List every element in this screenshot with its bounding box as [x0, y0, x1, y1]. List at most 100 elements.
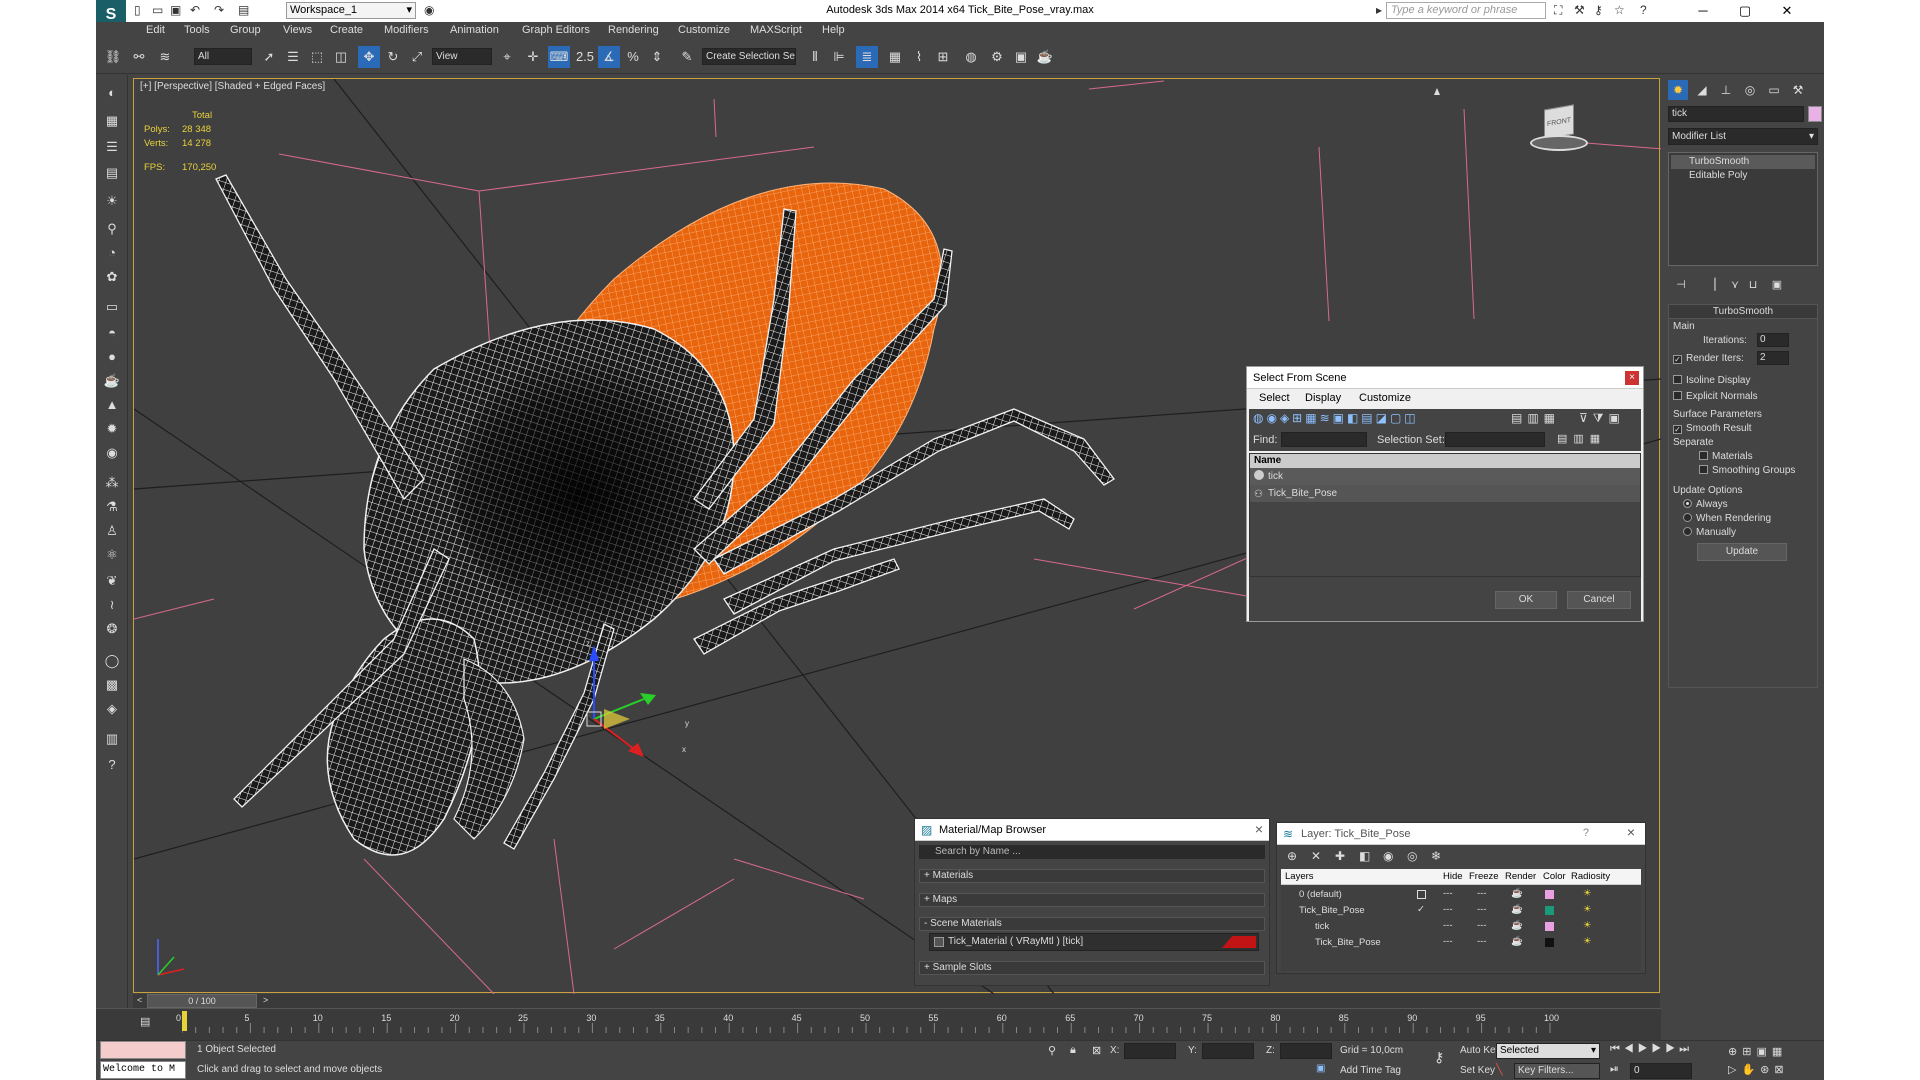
- layer-row[interactable]: Tick_Bite_Pose --- --- ☕ ☀: [1281, 935, 1641, 951]
- layer-color-swatch[interactable]: [1545, 890, 1554, 899]
- next-frame-icon[interactable]: ▶▶: [1652, 1043, 1680, 1055]
- remove-modifier-icon[interactable]: ⊔: [1744, 276, 1762, 294]
- menu-tools[interactable]: Tools: [184, 24, 210, 36]
- maximize-icon[interactable]: ▢: [1724, 0, 1766, 22]
- col-hide[interactable]: Hide: [1443, 871, 1463, 882]
- close-icon[interactable]: ×: [1627, 824, 1635, 840]
- current-frame-marker[interactable]: [182, 1011, 187, 1031]
- sort-filter-icons[interactable]: ⊽⧩▣: [1579, 411, 1625, 426]
- view-cube-ring[interactable]: [1530, 135, 1588, 151]
- render-iters-row[interactable]: ✓ Render Iters:: [1673, 353, 1744, 364]
- percent-snap-icon[interactable]: %: [622, 46, 644, 68]
- vray-icon[interactable]: ◈: [102, 699, 122, 719]
- help-icon[interactable]: ?: [1583, 827, 1589, 839]
- layer-color-swatch[interactable]: [1545, 938, 1554, 947]
- add-time-tag[interactable]: Add Time Tag: [1340, 1065, 1401, 1076]
- layer-manager-icon[interactable]: ≣: [856, 46, 878, 68]
- prev-frame-icon[interactable]: ◀: [1624, 1043, 1638, 1055]
- display-tab-icon[interactable]: ▭: [1764, 80, 1784, 100]
- display-mode-icons[interactable]: ▤▥▦: [1511, 411, 1560, 425]
- teapot-icon[interactable]: ☕: [102, 371, 122, 391]
- minimize-icon[interactable]: ─: [1682, 0, 1724, 22]
- motion-tab-icon[interactable]: ◎: [1740, 80, 1760, 100]
- make-unique-icon[interactable]: ⋎: [1726, 276, 1744, 294]
- list-icon[interactable]: ☰: [102, 137, 122, 157]
- viewport-nav-controls[interactable]: ⊕⊞▣▦ ▷✋⊛⊠: [1728, 1043, 1820, 1079]
- schematic-view-icon[interactable]: ⊞: [932, 46, 954, 68]
- time-next-arrow-icon[interactable]: >: [263, 995, 268, 1005]
- render-teapot-icon[interactable]: ☕: [1511, 904, 1523, 915]
- filter-type-icons[interactable]: ◍◉◈⊞▦≋▣◧▤◪▢◫: [1253, 411, 1419, 425]
- materials-checkbox[interactable]: [1699, 451, 1708, 460]
- freeze-toggle[interactable]: ---: [1477, 920, 1487, 931]
- viewport-label[interactable]: [+] [Perspective] [Shaded + Edged Faces]: [140, 81, 325, 92]
- menu-animation[interactable]: Animation: [450, 24, 499, 36]
- tick-model[interactable]: [215, 174, 1115, 856]
- z-coord-field[interactable]: [1280, 1043, 1332, 1059]
- angle-snap-icon[interactable]: ∡: [598, 46, 620, 68]
- rect-selection-icon[interactable]: ⬚: [306, 46, 328, 68]
- render-teapot-icon[interactable]: ☕: [1511, 936, 1523, 947]
- render-teapot-icon[interactable]: ☕: [1511, 920, 1523, 931]
- grid-icon[interactable]: ▤: [102, 163, 122, 183]
- key-filters-button[interactable]: Key Filters...: [1514, 1063, 1600, 1079]
- rollout-title[interactable]: TurboSmooth: [1669, 305, 1817, 319]
- key-selection-dropdown[interactable]: Selected ▾: [1496, 1043, 1600, 1059]
- menu-graph-editors[interactable]: Graph Editors: [522, 24, 590, 36]
- viewport-icon[interactable]: ▦: [102, 111, 122, 131]
- hide-toggle[interactable]: ---: [1443, 920, 1453, 931]
- hide-all-icon[interactable]: ◎: [1407, 849, 1417, 863]
- set-key-button[interactable]: Set Key: [1460, 1065, 1495, 1076]
- time-prev-arrow-icon[interactable]: <: [137, 995, 142, 1005]
- camera-icon[interactable]: ◐: [102, 83, 122, 103]
- particles-icon[interactable]: ⁂: [102, 473, 122, 493]
- scale-icon[interactable]: ⤢: [406, 46, 428, 68]
- zoom-extents-icon[interactable]: ▣: [1756, 1046, 1771, 1058]
- select-manipulate-icon[interactable]: ✛: [522, 46, 544, 68]
- create-tab-icon[interactable]: ✹: [1668, 80, 1688, 100]
- key-mode-toggle-icon[interactable]: ⏯: [1610, 1063, 1619, 1076]
- edit-named-sel-icon[interactable]: ✎: [676, 46, 698, 68]
- zoom-extents-all-icon[interactable]: ▦: [1772, 1046, 1787, 1058]
- absolute-mode-icon[interactable]: ⊠: [1092, 1044, 1101, 1057]
- radiosity-icon[interactable]: ☀: [1583, 904, 1592, 915]
- maximize-viewport-icon[interactable]: ⊠: [1774, 1064, 1788, 1076]
- y-coord-field[interactable]: [1202, 1043, 1254, 1059]
- hide-toggle[interactable]: ---: [1443, 904, 1453, 915]
- ball-icon[interactable]: ◯: [102, 651, 122, 671]
- stack-item-turbosmooth[interactable]: TurboSmooth: [1671, 155, 1815, 169]
- manually-radio[interactable]: [1683, 527, 1692, 536]
- link-icon[interactable]: ⛓: [102, 46, 124, 68]
- iterations-spinner[interactable]: 0: [1757, 333, 1789, 347]
- time-slider-thumb[interactable]: 0 / 100: [147, 994, 257, 1008]
- material-editor-icon[interactable]: ◍: [960, 46, 982, 68]
- layer-color-swatch[interactable]: [1545, 922, 1554, 931]
- dynamics-icon[interactable]: ⚗: [102, 497, 122, 517]
- cloth-icon[interactable]: ❂: [102, 619, 122, 639]
- col-color[interactable]: Color: [1543, 871, 1566, 882]
- col-radiosity[interactable]: Radiosity: [1571, 871, 1610, 882]
- mini-curve-editor-icon[interactable]: ▤: [140, 1015, 150, 1028]
- render-iters-checkbox[interactable]: ✓: [1673, 355, 1682, 364]
- layer-row[interactable]: tick --- --- ☕ ☀: [1281, 919, 1641, 935]
- modifier-list-dropdown[interactable]: Modifier List ▾: [1668, 128, 1818, 145]
- menu-display[interactable]: Display: [1305, 392, 1341, 404]
- geosphere-icon[interactable]: ◉: [102, 443, 122, 463]
- hierarchy-icon[interactable]: ⚲: [102, 219, 122, 239]
- time-slider[interactable]: < 0 / 100 >: [133, 994, 1660, 1008]
- isoline-row[interactable]: Isoline Display: [1673, 375, 1750, 386]
- plant-icon[interactable]: ❦: [102, 571, 122, 591]
- section-maps[interactable]: + Maps: [919, 893, 1265, 907]
- materials-row[interactable]: Materials: [1699, 451, 1753, 462]
- box-icon[interactable]: ▭: [102, 297, 122, 317]
- snaps-toggle[interactable]: 2.5: [574, 46, 596, 68]
- material-search-input[interactable]: Search by Name ...: [919, 845, 1265, 859]
- selection-set-icons[interactable]: ▤▥▦: [1557, 432, 1606, 445]
- key-mode-icon[interactable]: ╲: [1496, 1063, 1503, 1076]
- layer-row[interactable]: Tick_Bite_Pose ✓ --- --- ☕ ☀: [1281, 903, 1641, 919]
- graphite-icon[interactable]: ▦: [884, 46, 906, 68]
- smooth-result-checkbox[interactable]: ✓: [1673, 425, 1682, 434]
- freeze-toggle[interactable]: ---: [1477, 888, 1487, 899]
- when-rendering-radio[interactable]: [1683, 513, 1692, 522]
- cone-icon[interactable]: ▲: [102, 395, 122, 415]
